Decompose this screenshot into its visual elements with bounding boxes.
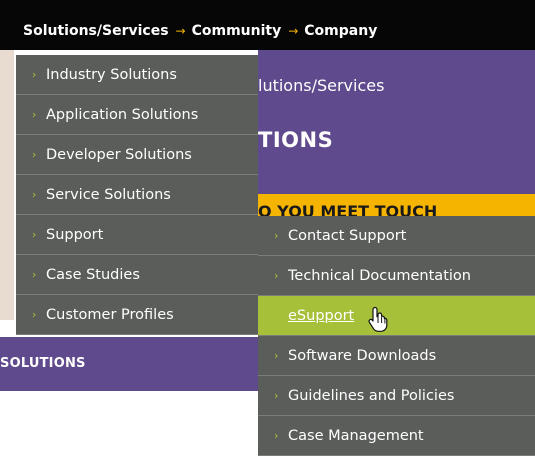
- chevron-right-icon: ›: [274, 349, 279, 362]
- submenu-item-guidelines-and-policies[interactable]: › Guidelines and Policies: [258, 376, 535, 416]
- chevron-right-icon: ›: [32, 268, 37, 281]
- arrow-right-icon: →: [175, 24, 186, 38]
- menu-item-application-solutions[interactable]: › Application Solutions: [16, 95, 258, 135]
- chevron-right-icon: ›: [274, 269, 279, 282]
- submenu-item-technical-documentation[interactable]: › Technical Documentation: [258, 256, 535, 296]
- background-stripe: [0, 50, 14, 320]
- submenu-item-esupport[interactable]: › eSupport: [258, 296, 535, 336]
- solutions-dropdown-menu: › Industry Solutions › Application Solutio…: [16, 55, 258, 335]
- menu-item-case-studies[interactable]: › Case Studies: [16, 255, 258, 295]
- chevron-right-icon: ›: [274, 309, 279, 322]
- chevron-right-icon: ›: [32, 108, 37, 121]
- promo-banner: O YOU MEET TOUCH: [258, 194, 535, 216]
- chevron-right-icon: ›: [32, 228, 37, 241]
- arrow-right-icon: →: [288, 24, 299, 38]
- submenu-item-software-downloads[interactable]: › Software Downloads: [258, 336, 535, 376]
- breadcrumb: lutions/Services: [258, 76, 385, 95]
- menu-item-service-solutions[interactable]: › Service Solutions: [16, 175, 258, 215]
- nav-solutions-services[interactable]: Solutions/Services: [23, 23, 169, 39]
- chevron-right-icon: ›: [274, 389, 279, 402]
- chevron-right-icon: ›: [32, 308, 37, 321]
- support-submenu: › Contact Support › Technical Documentatio…: [258, 216, 535, 456]
- hero-panel: [258, 50, 535, 194]
- submenu-item-contact-support[interactable]: › Contact Support: [258, 216, 535, 256]
- hand-pointer-icon: [368, 306, 388, 332]
- chevron-right-icon: ›: [32, 68, 37, 81]
- chevron-right-icon: ›: [32, 188, 37, 201]
- nav-community[interactable]: Community: [192, 23, 282, 39]
- submenu-item-case-management[interactable]: › Case Management: [258, 416, 535, 456]
- menu-item-developer-solutions[interactable]: › Developer Solutions: [16, 135, 258, 175]
- menu-item-industry-solutions[interactable]: › Industry Solutions: [16, 55, 258, 95]
- banner-text: O YOU MEET TOUCH: [258, 202, 438, 216]
- chevron-right-icon: ›: [32, 148, 37, 161]
- page-title: TIONS: [258, 128, 334, 152]
- chevron-right-icon: ›: [274, 229, 279, 242]
- nav-company[interactable]: Company: [304, 23, 377, 39]
- chevron-right-icon: ›: [274, 429, 279, 442]
- menu-item-customer-profiles[interactable]: › Customer Profiles: [16, 295, 258, 335]
- section-label: SOLUTIONS: [0, 356, 86, 371]
- menu-item-support[interactable]: › Support: [16, 215, 258, 255]
- top-nav: Solutions/Services → Community → Company: [23, 21, 377, 41]
